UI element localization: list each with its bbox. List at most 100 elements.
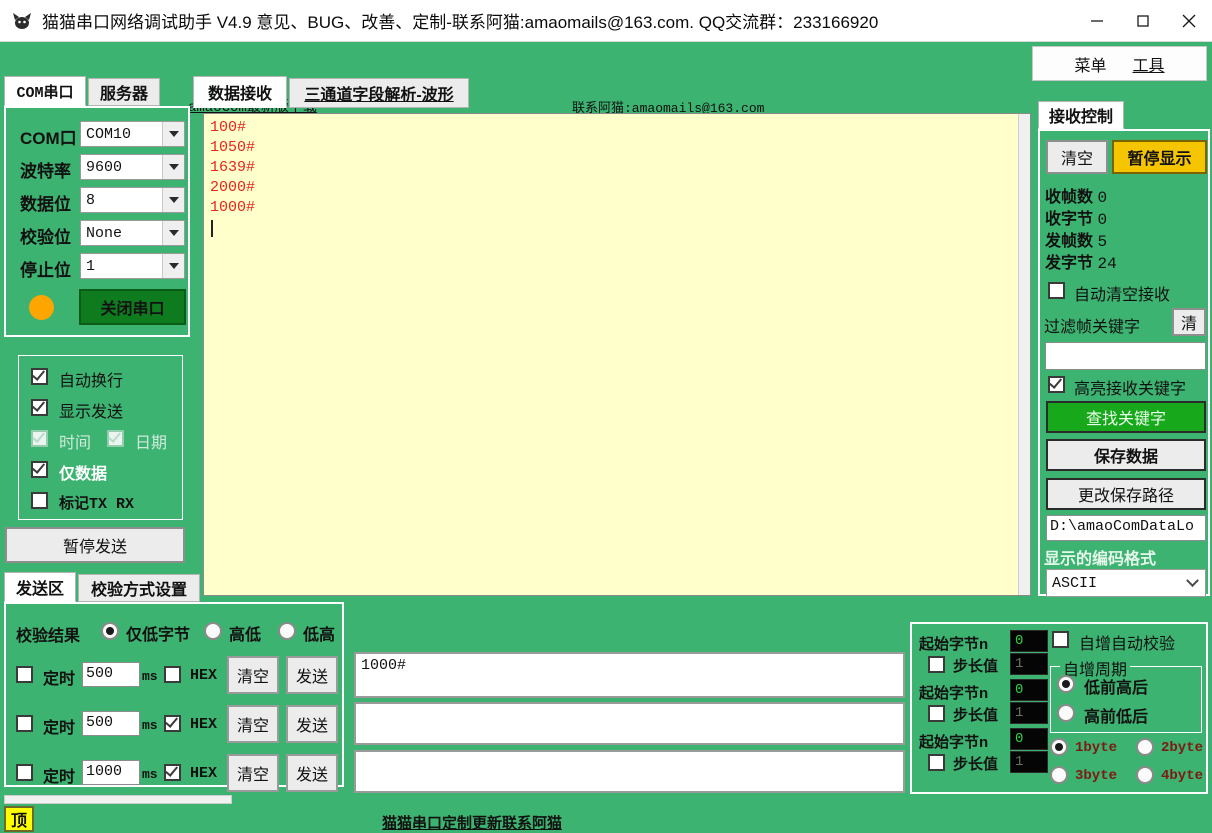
label-timer-2: 定时 xyxy=(43,720,76,737)
start-byte-value-3[interactable]: 0 xyxy=(1010,728,1048,750)
select-baud-rate[interactable]: 9600 xyxy=(80,154,185,180)
radio-2byte[interactable] xyxy=(1136,738,1154,756)
checkbox-hex-1[interactable] xyxy=(164,666,181,683)
select-com-port[interactable]: COM10 xyxy=(80,121,185,147)
pause-display-button[interactable]: 暂停显示 xyxy=(1112,140,1207,174)
horizontal-scrollbar[interactable] xyxy=(4,795,232,804)
select-parity[interactable]: None xyxy=(80,220,185,246)
label-start-byte-1: 起始字节n xyxy=(919,636,989,653)
minimize-button[interactable] xyxy=(1074,0,1120,42)
radio-4byte[interactable] xyxy=(1136,766,1154,784)
clear-receive-button[interactable]: 清空 xyxy=(1046,140,1108,174)
checkbox-date[interactable] xyxy=(107,429,124,447)
label-auto-increment-check: 自增自动校验 xyxy=(1079,636,1176,653)
tab-checksum-settings[interactable]: 校验方式设置 xyxy=(78,574,200,602)
find-keyword-button[interactable]: 查找关键字 xyxy=(1046,401,1206,433)
custom-update-link[interactable]: 猫猫串口定制更新联系阿猫 xyxy=(382,812,562,833)
chevron-down-icon[interactable] xyxy=(162,221,184,245)
label-step-2: 步长值 xyxy=(953,707,999,724)
change-save-path-button[interactable]: 更改保存路径 xyxy=(1046,478,1206,510)
checkbox-timer-2[interactable] xyxy=(16,715,33,732)
save-data-button[interactable]: 保存数据 xyxy=(1046,439,1206,471)
close-serial-port-button[interactable]: 关闭串口 xyxy=(79,289,186,325)
tools-button[interactable]: 工具 xyxy=(1133,52,1165,76)
checkbox-step-1[interactable] xyxy=(928,656,945,673)
receive-line: 2000# xyxy=(210,179,256,196)
tab-three-channel-waveform[interactable]: 三通道字段解析-波形 xyxy=(289,78,469,108)
clear-filter-button[interactable]: 清 xyxy=(1172,308,1206,336)
send-text-2[interactable] xyxy=(354,702,905,745)
maximize-button[interactable] xyxy=(1120,0,1166,42)
tab-data-receive[interactable]: 数据接收 xyxy=(193,76,287,108)
filter-keyword-input[interactable] xyxy=(1045,342,1206,370)
checkbox-auto-wrap[interactable] xyxy=(31,367,48,385)
stat-recv-frames: 收帧数 0 xyxy=(1045,183,1107,207)
checkbox-mark-tx-rx[interactable] xyxy=(31,492,48,509)
chevron-down-icon[interactable] xyxy=(162,188,184,212)
checkbox-timer-1[interactable] xyxy=(16,666,33,683)
radio-1byte[interactable] xyxy=(1050,738,1068,756)
send-2-button[interactable]: 发送 xyxy=(286,705,338,743)
select-baud-rate-value: 9600 xyxy=(86,158,123,176)
checkbox-time[interactable] xyxy=(31,429,48,447)
radio-low-first-high-last[interactable] xyxy=(1057,675,1075,693)
receive-scrollbar[interactable] xyxy=(1018,114,1030,595)
radio-high-low[interactable] xyxy=(204,622,222,640)
step-value-1[interactable]: 1 xyxy=(1010,653,1048,675)
clear-send-3-button[interactable]: 清空 xyxy=(227,754,279,792)
label-ms-2: ms xyxy=(142,718,158,733)
receive-text-area[interactable]: 100# 1050# 1639# 2000# 1000# xyxy=(203,113,1031,596)
checkbox-step-3[interactable] xyxy=(928,754,945,771)
tab-send-area[interactable]: 发送区 xyxy=(4,572,76,602)
chevron-down-icon[interactable] xyxy=(162,254,184,278)
send-text-3[interactable] xyxy=(354,750,905,793)
checkbox-hex-3[interactable] xyxy=(164,763,181,781)
send-3-button[interactable]: 发送 xyxy=(286,754,338,792)
radio-3byte[interactable] xyxy=(1050,766,1068,784)
send-1-button[interactable]: 发送 xyxy=(286,656,338,694)
send-text-1[interactable]: 1000# xyxy=(354,652,905,698)
close-button[interactable] xyxy=(1166,0,1212,42)
start-byte-value-1[interactable]: 0 xyxy=(1010,630,1048,652)
select-stop-bits[interactable]: 1 xyxy=(80,253,185,279)
receive-line: 1639# xyxy=(210,159,256,176)
clear-send-1-button[interactable]: 清空 xyxy=(227,656,279,694)
checkbox-hex-2[interactable] xyxy=(164,714,181,732)
tab-receive-control[interactable]: 接收控制 xyxy=(1038,101,1124,129)
auto-increment-panel: 起始字节n 0 步长值 1 起始字节n 0 步长值 1 起始字节n 0 步长值 … xyxy=(910,622,1208,794)
checkbox-show-send[interactable] xyxy=(31,398,48,416)
chevron-down-icon[interactable] xyxy=(1179,573,1205,588)
tab-server[interactable]: 服务器 xyxy=(88,78,160,106)
step-value-2[interactable]: 1 xyxy=(1010,702,1048,724)
chevron-down-icon[interactable] xyxy=(162,122,184,146)
save-path-input[interactable]: D:\amaoComDataLo xyxy=(1046,515,1206,541)
label-low-first-high-last: 低前高后 xyxy=(1084,680,1149,697)
select-display-encoding[interactable]: ASCII xyxy=(1046,569,1206,597)
checkbox-auto-increment-check[interactable] xyxy=(1052,631,1069,648)
checkbox-data-only[interactable] xyxy=(31,460,48,478)
scroll-to-top-button[interactable]: 顶 xyxy=(4,806,34,832)
title-bar: 猫猫串口网络调试助手 V4.9 意见、BUG、改善、定制-联系阿猫:amaoma… xyxy=(0,0,1212,42)
radio-low-high[interactable] xyxy=(278,622,296,640)
step-value-3[interactable]: 1 xyxy=(1010,751,1048,773)
chevron-down-icon[interactable] xyxy=(162,155,184,179)
label-low-high: 低高 xyxy=(303,627,336,644)
start-byte-value-2[interactable]: 0 xyxy=(1010,679,1048,701)
pause-send-button[interactable]: 暂停发送 xyxy=(5,527,185,563)
checkbox-step-2[interactable] xyxy=(928,705,945,722)
checkbox-auto-clear-receive[interactable] xyxy=(1048,282,1065,299)
timer-interval-1[interactable]: 500 xyxy=(82,662,140,687)
display-options-group: 自动换行 显示发送 时间 日期 仅数据 标记TX RX xyxy=(18,355,183,520)
checkbox-highlight-keyword[interactable] xyxy=(1048,375,1065,393)
radio-low-byte-only[interactable] xyxy=(101,622,119,640)
timer-interval-3[interactable]: 1000 xyxy=(82,760,140,785)
label-timer-3: 定时 xyxy=(43,769,76,786)
menu-button[interactable]: 菜单 xyxy=(1074,52,1106,76)
radio-high-first-low-last[interactable] xyxy=(1057,704,1075,722)
select-data-bits[interactable]: 8 xyxy=(80,187,185,213)
timer-interval-2[interactable]: 500 xyxy=(82,711,140,736)
checkbox-timer-3[interactable] xyxy=(16,764,33,781)
clear-send-2-button[interactable]: 清空 xyxy=(227,705,279,743)
label-parity: 校验位 xyxy=(20,228,71,247)
tab-com-serial[interactable]: COM串口 xyxy=(4,76,86,106)
